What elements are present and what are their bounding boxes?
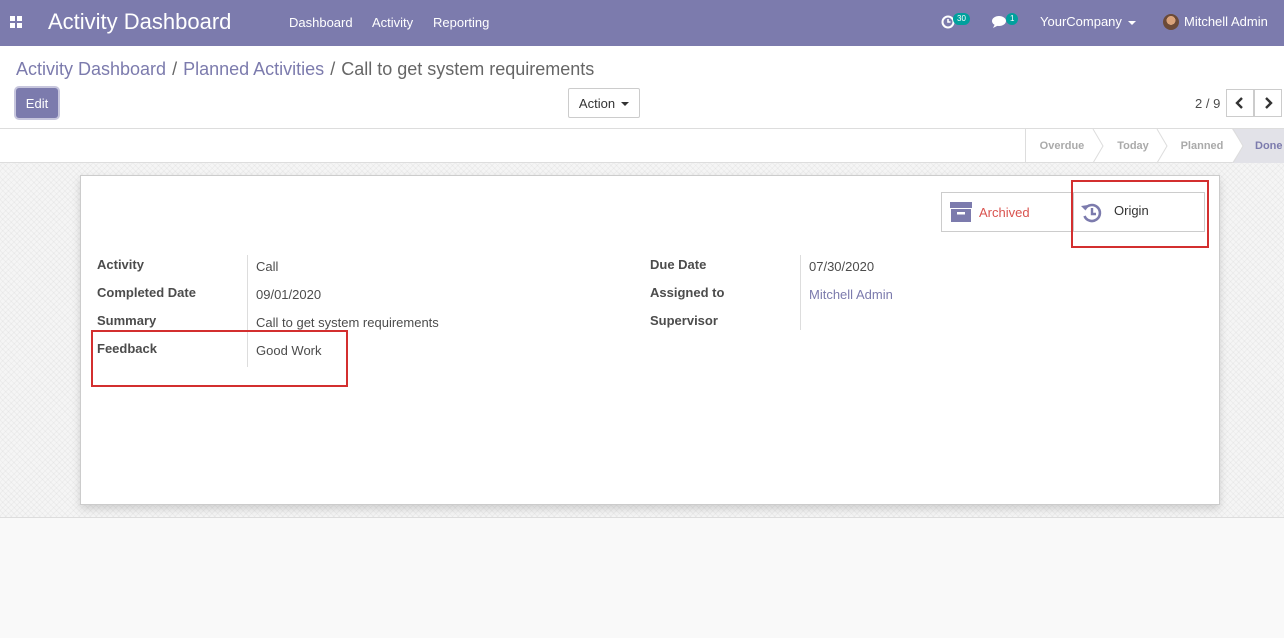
completed-date-label: Completed Date	[97, 285, 196, 300]
pager-next-button[interactable]	[1254, 89, 1282, 117]
activity-count-badge: 30	[953, 13, 970, 25]
stage-separator	[1156, 129, 1168, 163]
stage-done[interactable]: Done	[1246, 129, 1284, 163]
breadcrumb-item-planned-activities[interactable]: Planned Activities	[183, 59, 324, 79]
user-avatar[interactable]	[1163, 14, 1179, 30]
due-date-label: Due Date	[650, 257, 707, 272]
supervisor-label: Supervisor	[650, 313, 718, 328]
chevron-right-icon	[1265, 97, 1273, 109]
activity-value: Call	[256, 259, 279, 274]
stage-today[interactable]: Today	[1104, 129, 1162, 163]
feedback-highlight-box	[91, 330, 348, 387]
activity-label: Activity	[97, 257, 144, 272]
archived-label: Archived	[979, 205, 1030, 220]
pager-value[interactable]: 2 / 9	[1195, 96, 1220, 111]
field-divider	[800, 255, 801, 330]
apps-menu-icon[interactable]	[10, 16, 22, 28]
caret-down-icon	[1127, 20, 1136, 25]
top-navbar: Activity Dashboard Dashboard Activity Re…	[0, 0, 1284, 46]
due-date-value: 07/30/2020	[809, 259, 875, 274]
assigned-to-link[interactable]: Mitchell Admin	[809, 287, 893, 302]
menu-dashboard[interactable]: Dashboard	[289, 15, 353, 30]
stage-planned[interactable]: Planned	[1168, 129, 1236, 163]
message-count-badge: 1	[1006, 13, 1019, 25]
summary-label: Summary	[97, 313, 157, 328]
activity-clock-button[interactable]: 30	[941, 13, 971, 32]
caret-down-icon	[621, 102, 630, 107]
user-menu[interactable]: Mitchell Admin	[1184, 14, 1268, 29]
stage-overdue[interactable]: Overdue	[1026, 129, 1098, 163]
action-label: Action	[578, 95, 616, 111]
menu-activity[interactable]: Activity	[372, 15, 413, 30]
breadcrumb-item-activity-dashboard[interactable]: Activity Dashboard	[16, 59, 166, 79]
app-title: Activity Dashboard	[48, 9, 232, 34]
company-name: YourCompany	[1040, 14, 1122, 29]
summary-value: Call to get system requirements	[256, 315, 439, 330]
breadcrumb: Activity Dashboard / Planned Activities / Ca…	[16, 59, 595, 79]
origin-highlight-box	[1071, 180, 1209, 248]
action-dropdown-button[interactable]: Action	[568, 88, 640, 118]
completed-date-value: 09/01/2020	[256, 287, 322, 302]
control-panel: Activity Dashboard / Planned Activities / Ca…	[0, 46, 1284, 129]
archived-smart-button[interactable]: Archived	[941, 192, 1073, 232]
archive-icon	[950, 202, 972, 222]
assigned-to-label: Assigned to	[650, 285, 725, 300]
chevron-left-icon	[1235, 97, 1243, 109]
edit-button[interactable]: Edit	[16, 88, 58, 118]
company-switcher[interactable]: YourCompany	[1040, 14, 1136, 29]
breadcrumb-current: Call to get system requirements	[341, 59, 595, 79]
messages-button[interactable]: 1	[992, 13, 1022, 32]
pager-previous-button[interactable]	[1226, 89, 1254, 117]
menu-reporting[interactable]: Reporting	[433, 15, 489, 30]
stage-separator	[1092, 129, 1104, 163]
stage-separator	[1232, 129, 1246, 163]
status-bar: Overdue Today Planned Done	[0, 129, 1284, 163]
